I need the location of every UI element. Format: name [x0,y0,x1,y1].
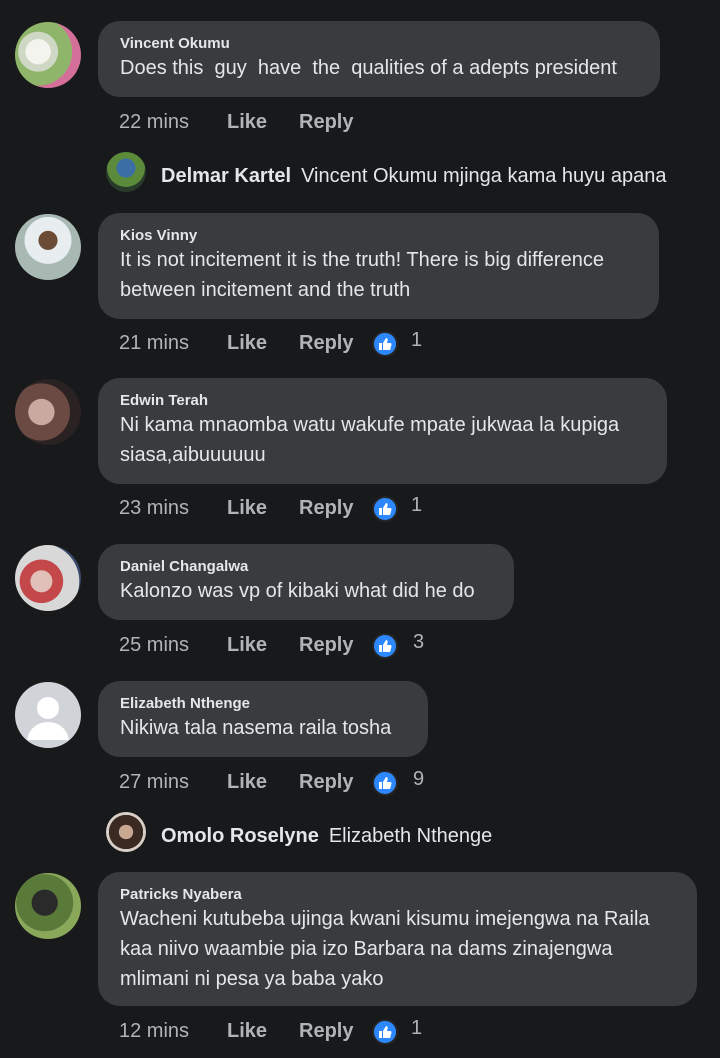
comment-actions: 21 mins Like Reply 1 [119,328,439,358]
reply-author[interactable]: Omolo Roselyne [161,825,319,847]
reply-button[interactable]: Reply [299,328,353,358]
reply-text: Elizabeth Nthenge [328,825,493,847]
comment-actions: 23 mins Like Reply 1 [119,493,439,523]
avatar[interactable] [15,545,81,611]
reaction-count[interactable]: 3 [413,627,424,657]
comment-text: It is not incitement it is the truth! Th… [120,249,604,301]
comment-time[interactable]: 23 mins [119,493,189,523]
like-reaction-icon[interactable] [372,770,398,796]
like-button[interactable]: Like [227,630,267,660]
comment-actions: 25 mins Like Reply 3 [119,630,439,660]
avatar[interactable] [106,812,146,852]
comment-actions: 27 mins Like Reply 9 [119,767,439,797]
reply-author[interactable]: Delmar Kartel [161,165,291,187]
comment-text: Does this guy have the qualities of a ad… [120,57,617,79]
comment-bubble: Patricks Nyabera Wacheni kutubeba ujinga… [98,872,697,1006]
reply-text: Vincent Okumu mjinga kama huyu apana [301,165,667,187]
avatar[interactable] [15,379,81,445]
comment-bubble: Daniel Changalwa Kalonzo was vp of kibak… [98,544,514,620]
comment-actions: 12 mins Like Reply 1 [119,1016,439,1046]
like-button[interactable]: Like [227,1016,267,1046]
reply-line: Omolo Roselyne Elizabeth Nthenge [161,822,492,850]
reply-button[interactable]: Reply [299,493,353,523]
like-button[interactable]: Like [227,328,267,358]
avatar[interactable] [15,214,81,280]
like-button[interactable]: Like [227,767,267,797]
comment-time[interactable]: 12 mins [119,1016,189,1046]
reply-button[interactable]: Reply [299,767,353,797]
comment-bubble: Vincent Okumu Does this guy have the qua… [98,21,660,97]
comment-author[interactable]: Edwin Terah [120,392,645,410]
comment-time[interactable]: 22 mins [119,107,189,137]
reply-button[interactable]: Reply [299,630,353,660]
comment-bubble: Edwin Terah Ni kama mnaomba watu wakufe … [98,378,667,484]
like-reaction-icon[interactable] [372,331,398,357]
comment-author[interactable]: Kios Vinny [120,227,637,245]
avatar[interactable] [15,22,81,88]
avatar[interactable] [106,152,146,192]
avatar[interactable] [15,873,81,939]
like-reaction-icon[interactable] [372,496,398,522]
comment-author[interactable]: Daniel Changalwa [120,558,492,576]
comment-text: Ni kama mnaomba watu wakufe mpate jukwaa… [120,414,620,466]
like-button[interactable]: Like [227,107,267,137]
comment-text: Wacheni kutubeba ujinga kwani kisumu ime… [120,908,650,990]
comment-author[interactable]: Vincent Okumu [120,35,638,53]
reaction-count[interactable]: 1 [411,1013,422,1043]
reaction-count[interactable]: 9 [413,764,424,794]
comment-author[interactable]: Elizabeth Nthenge [120,695,406,713]
reply-line: Delmar Kartel Vincent Okumu mjinga kama h… [161,162,666,190]
like-reaction-icon[interactable] [372,633,398,659]
reply-button[interactable]: Reply [299,107,353,137]
comment-author[interactable]: Patricks Nyabera [120,886,675,904]
comment-time[interactable]: 25 mins [119,630,189,660]
reaction-count[interactable]: 1 [411,325,422,355]
reply-button[interactable]: Reply [299,1016,353,1046]
comment-text: Kalonzo was vp of kibaki what did he do [120,580,475,602]
reaction-count[interactable]: 1 [411,490,422,520]
comment-bubble: Elizabeth Nthenge Nikiwa tala nasema rai… [98,681,428,757]
comment-time[interactable]: 21 mins [119,328,189,358]
comment-bubble: Kios Vinny It is not incitement it is th… [98,213,659,319]
comment-time[interactable]: 27 mins [119,767,189,797]
comment-text: Nikiwa tala nasema raila tosha [120,717,392,739]
like-button[interactable]: Like [227,493,267,523]
like-reaction-icon[interactable] [372,1019,398,1045]
avatar[interactable] [15,682,81,748]
default-user-icon [27,697,69,740]
